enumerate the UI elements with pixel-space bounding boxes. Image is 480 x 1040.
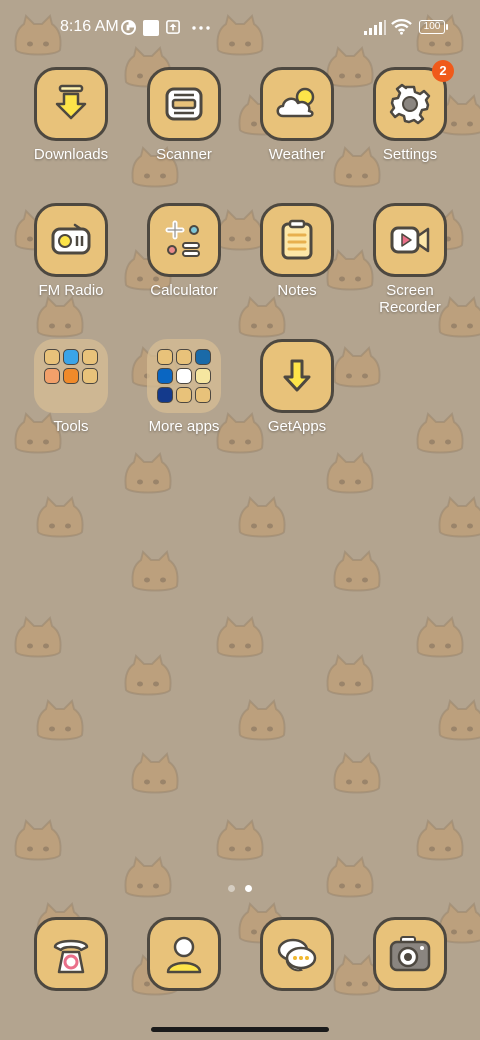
app-calculator[interactable]: Calculator: [128, 203, 240, 299]
folder-label: Tools: [53, 418, 89, 435]
app-tile: [34, 67, 108, 141]
mini-app-icon: [44, 349, 60, 365]
app-label: Scanner: [156, 146, 212, 163]
mini-app-icon: [82, 368, 98, 384]
app-label: Settings: [382, 146, 438, 163]
mini-app-icon: [157, 368, 173, 384]
app-screen-recorder[interactable]: Screen Recorder: [354, 203, 466, 316]
mini-app-icon: [176, 387, 192, 403]
folder-label: More apps: [148, 418, 220, 435]
notes-icon: [281, 219, 313, 260]
page-dot-1[interactable]: [228, 885, 235, 892]
app-fm-radio[interactable]: FM Radio: [15, 203, 127, 299]
app-settings[interactable]: 2 Settings: [354, 60, 466, 163]
app-getapps[interactable]: GetApps: [241, 339, 353, 435]
app-weather[interactable]: Weather: [241, 67, 353, 163]
mini-app-icon: [44, 368, 60, 384]
app-label: Calculator: [150, 282, 218, 299]
app-label: FM Radio: [38, 282, 104, 299]
app-tile: [147, 67, 221, 141]
scanner-icon: [165, 87, 203, 121]
mini-app-icon: [157, 349, 173, 365]
mini-app-icon: [63, 349, 79, 365]
app-downloads[interactable]: Downloads: [15, 67, 127, 163]
app-label: Downloads: [33, 146, 109, 163]
app-label: Screen Recorder: [379, 282, 441, 316]
gear-icon: [389, 83, 431, 125]
page-indicator: [228, 879, 262, 897]
screen-recorder-icon: [390, 226, 430, 254]
notification-badge: 2: [432, 60, 454, 82]
mini-app-icon: [157, 387, 173, 403]
download-icon: [55, 84, 87, 120]
app-scanner[interactable]: Scanner: [128, 67, 240, 163]
app-label: GetApps: [267, 418, 327, 435]
mini-app-icon: [195, 368, 211, 384]
folder-tile: [147, 339, 221, 413]
app-tile: [147, 203, 221, 277]
mini-app-icon: [176, 349, 192, 365]
app-tile: 2: [373, 60, 454, 141]
getapps-icon: [283, 359, 311, 392]
mini-app-icon: [63, 368, 79, 384]
calculator-icon: [165, 220, 200, 257]
app-tile: [34, 203, 108, 277]
weather-icon: [276, 87, 315, 118]
mini-app-icon: [195, 349, 211, 365]
folder-tile: [34, 339, 108, 413]
mini-app-icon: [176, 368, 192, 384]
app-notes[interactable]: Notes: [241, 203, 353, 299]
folder-tools[interactable]: Tools: [15, 339, 127, 435]
gesture-nav-bar[interactable]: [151, 1027, 329, 1032]
app-label: Notes: [277, 282, 317, 299]
app-tile: [373, 203, 447, 277]
page-dot-2-active[interactable]: [245, 885, 252, 892]
app-tile: [260, 203, 334, 277]
app-label: Weather: [268, 146, 326, 163]
mini-app-icon: [195, 387, 211, 403]
radio-icon: [51, 223, 91, 255]
app-tile: [260, 67, 334, 141]
folder-more-apps[interactable]: More apps: [128, 339, 240, 435]
mini-app-icon: [82, 349, 98, 365]
app-tile: [260, 339, 334, 413]
